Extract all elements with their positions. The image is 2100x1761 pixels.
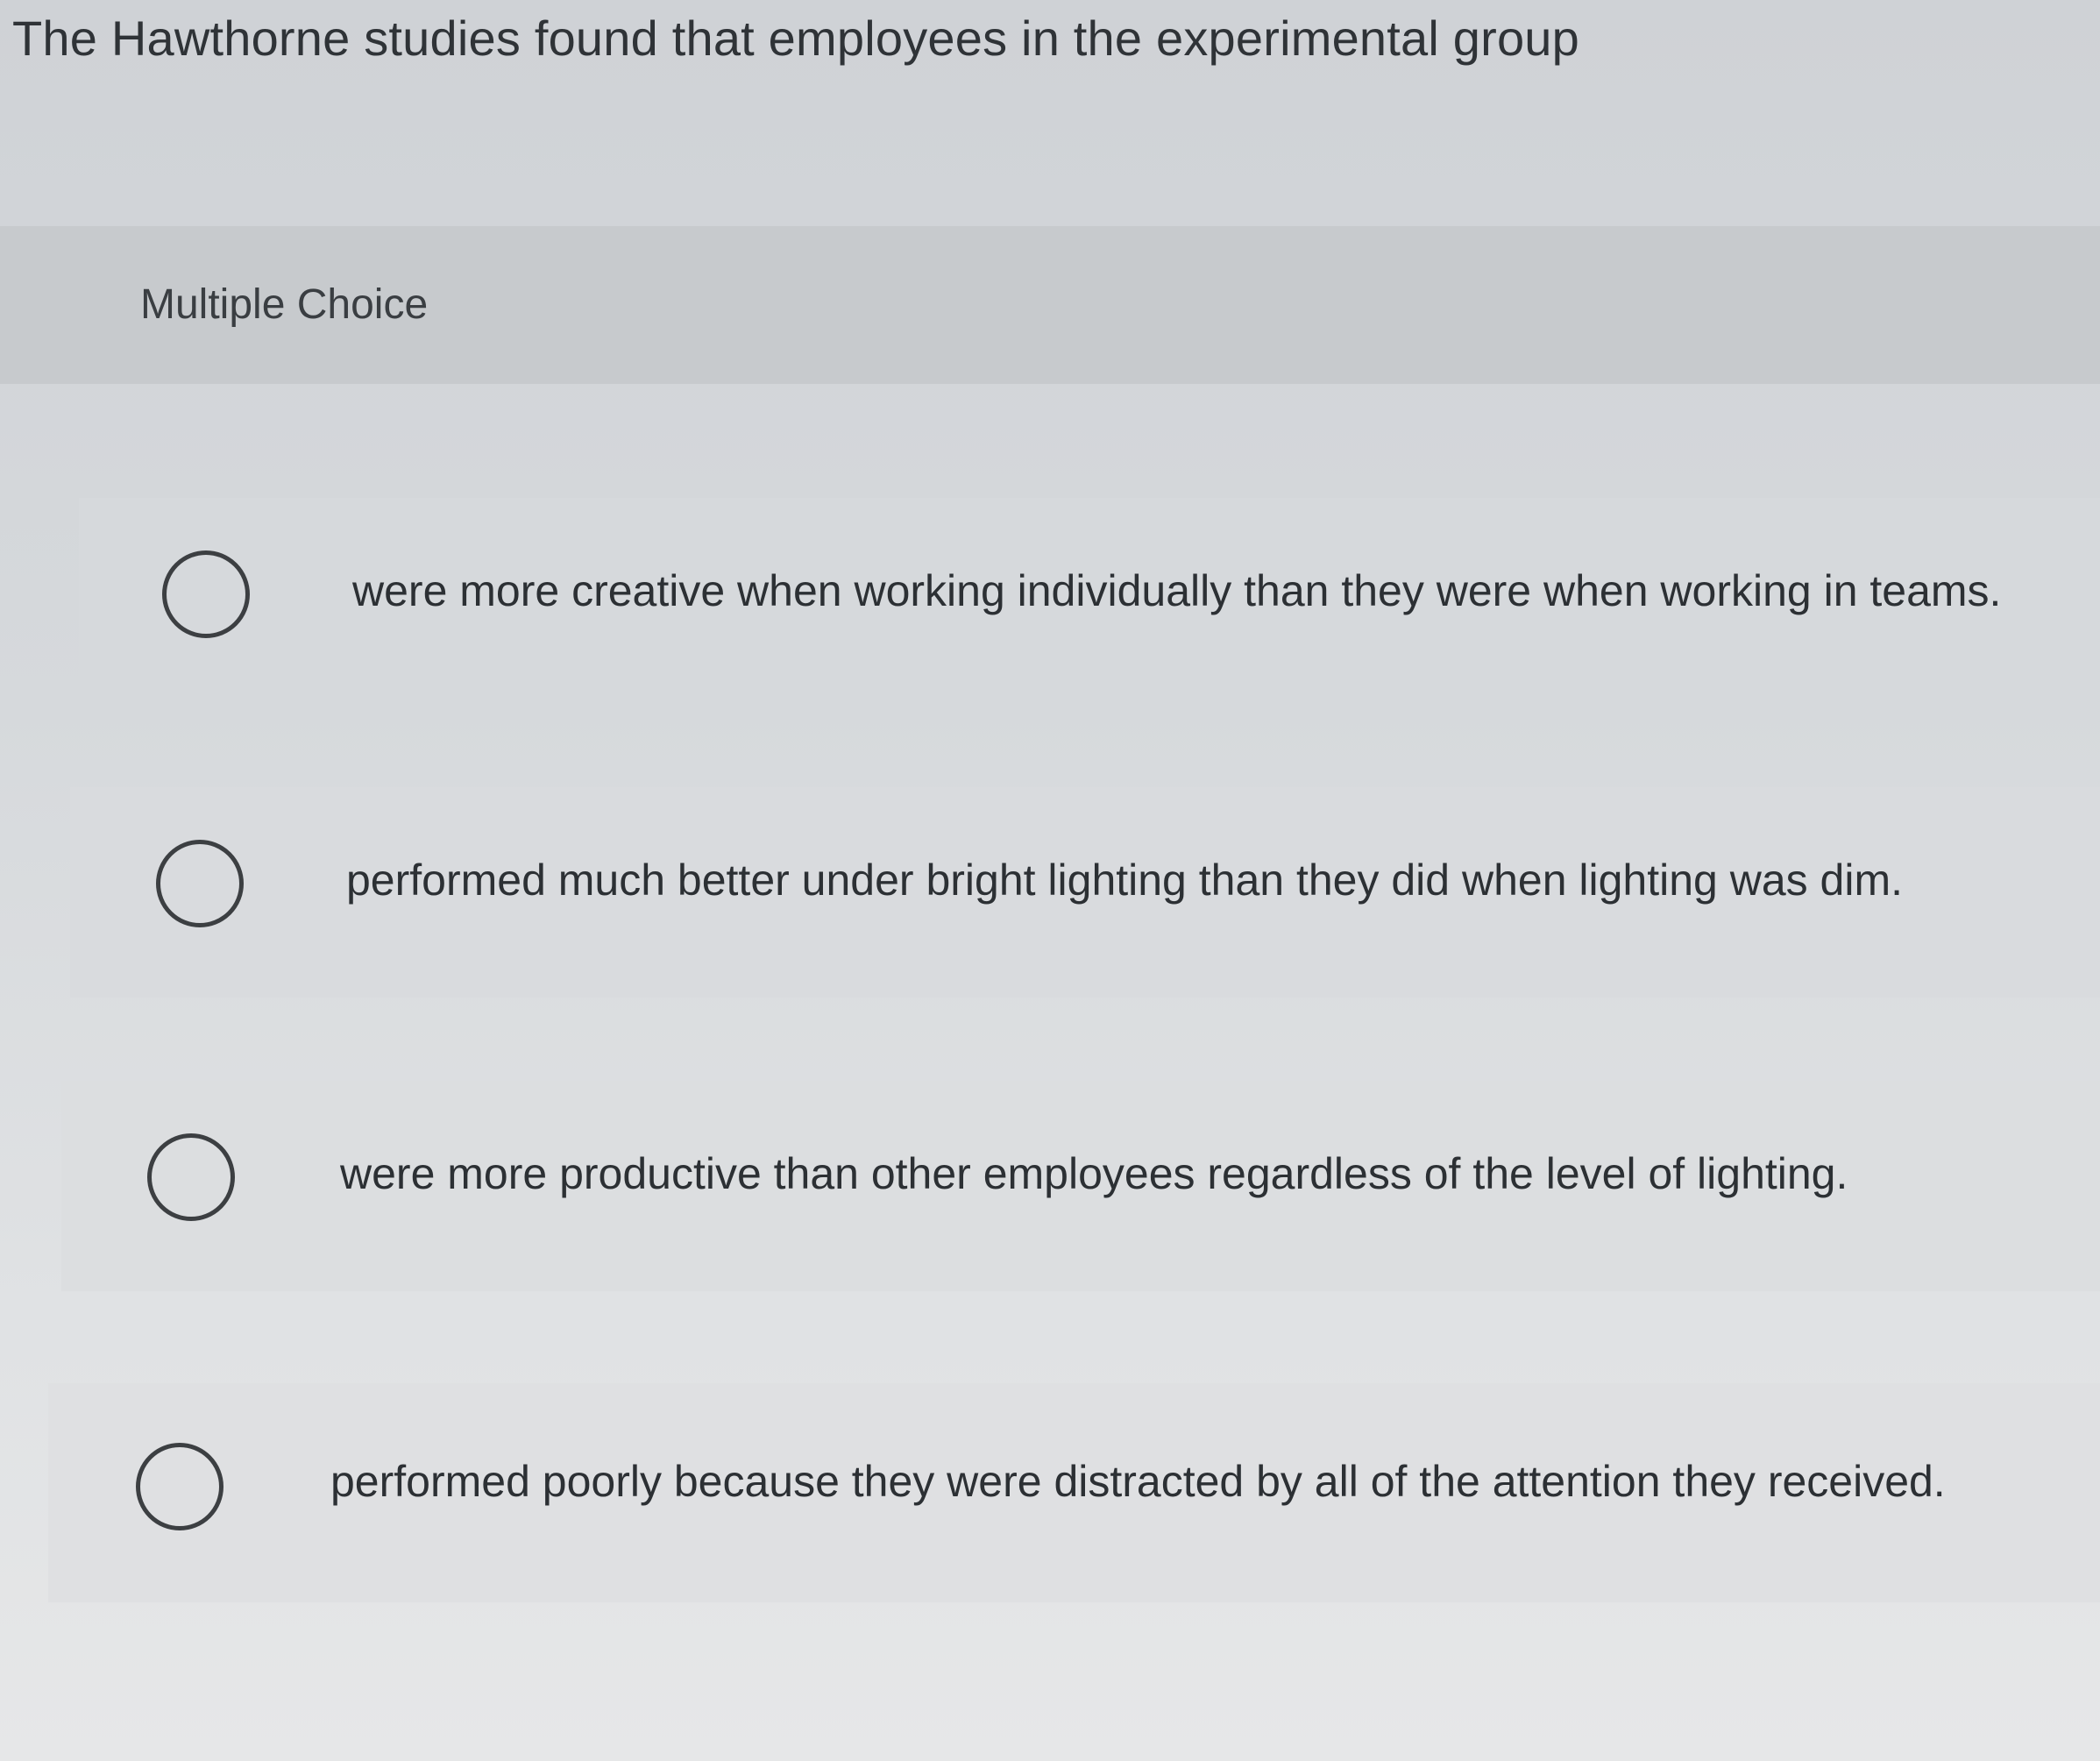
radio-button-icon[interactable] [156, 840, 244, 927]
radio-button-icon[interactable] [147, 1133, 235, 1221]
choice-option-3[interactable]: were more productive than other employee… [61, 1081, 2100, 1291]
radio-button-icon[interactable] [136, 1443, 223, 1530]
choice-list: were more creative when working individu… [0, 384, 2100, 1761]
choice-option-label: performed much better under bright light… [346, 856, 1904, 905]
quiz-page: The Hawthorne studies found that employe… [0, 0, 2100, 1761]
choice-option-label: were more productive than other employee… [340, 1149, 1848, 1198]
choice-option-label: were more creative when working individu… [352, 566, 2002, 615]
multiple-choice-header: Multiple Choice [0, 226, 2100, 384]
choice-option-1[interactable]: were more creative when working individu… [79, 498, 2100, 708]
choice-option-2[interactable]: performed much better under bright light… [70, 787, 2100, 998]
choice-option-4[interactable]: performed poorly because they were distr… [48, 1383, 2100, 1602]
question-text: The Hawthorne studies found that employe… [12, 11, 1579, 66]
multiple-choice-panel: Multiple Choice were more creative when … [0, 226, 2100, 1761]
choice-option-label: performed poorly because they were distr… [330, 1457, 1946, 1506]
radio-button-icon[interactable] [162, 550, 250, 638]
multiple-choice-label: Multiple Choice [140, 281, 429, 328]
